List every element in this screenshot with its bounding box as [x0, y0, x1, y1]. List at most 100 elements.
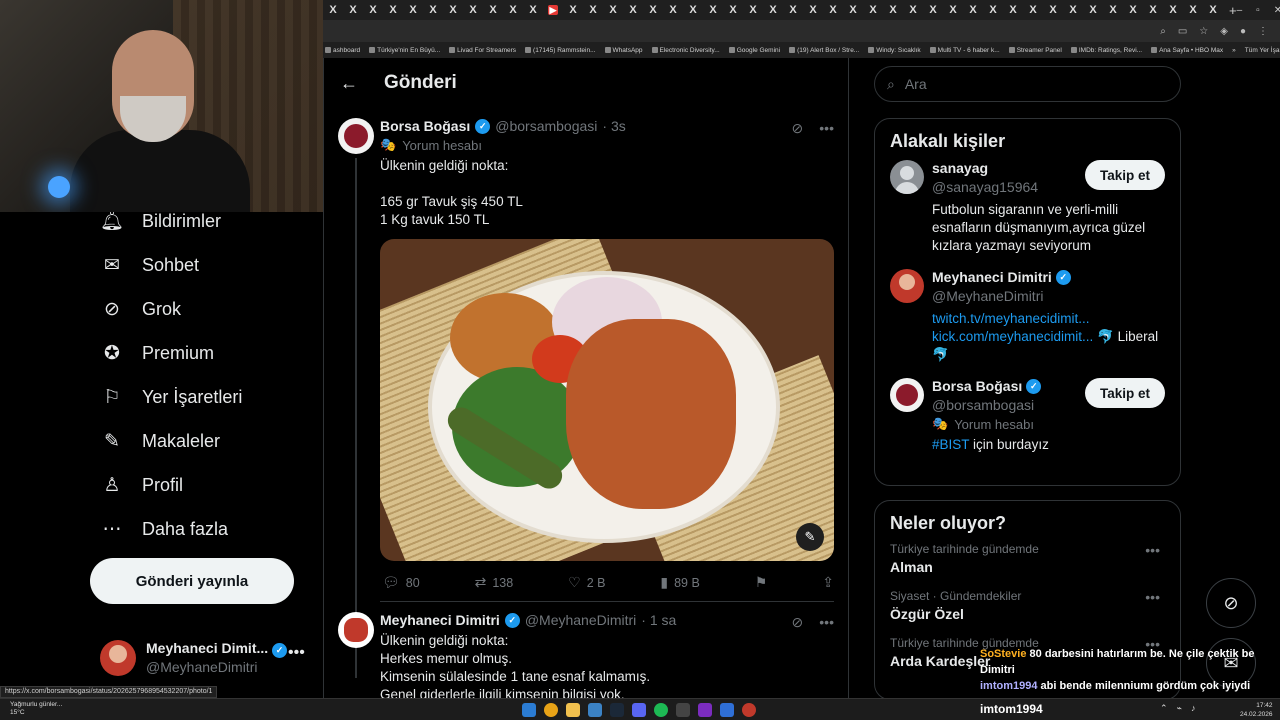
- app-icon[interactable]: [588, 703, 602, 717]
- bookmark-item[interactable]: Streamer Panel: [1008, 47, 1062, 54]
- more-dots-icon[interactable]: •••: [288, 644, 305, 662]
- browser-tab[interactable]: X: [343, 4, 363, 16]
- avatar[interactable]: [338, 118, 374, 154]
- nav-item-yer-i̇şaretleri[interactable]: ⚐ Yer İşaretleri: [100, 382, 242, 412]
- browser-tab[interactable]: X: [363, 4, 383, 16]
- bookmark-item[interactable]: Multi TV - 6 haber k...: [929, 47, 1000, 54]
- discord-icon[interactable]: [632, 703, 646, 717]
- browser-tab[interactable]: X: [663, 4, 683, 16]
- browser-tab[interactable]: X: [923, 4, 943, 16]
- nav-item-sohbet[interactable]: ✉ Sohbet: [100, 250, 199, 280]
- browser-tab[interactable]: X: [523, 4, 543, 16]
- browser-tab[interactable]: X: [983, 4, 1003, 16]
- spotify-icon[interactable]: [654, 703, 668, 717]
- more-dots-icon[interactable]: •••: [819, 614, 834, 631]
- bookmark-item[interactable]: Google Gemini: [728, 47, 780, 54]
- browser-tab[interactable]: X: [743, 4, 763, 16]
- more-dots-icon[interactable]: •••: [1145, 542, 1160, 558]
- avatar[interactable]: [890, 269, 924, 303]
- zoom-icon[interactable]: ⌕: [1160, 26, 1166, 37]
- address-bar[interactable]: ⌕ ▭ ☆ ◈ ● ⋮: [323, 20, 1280, 42]
- person-item[interactable]: Borsa Boğası ✓ @borsambogasi 🎭 Yorum hesab…: [875, 378, 1180, 466]
- nav-item-premium[interactable]: ✪ Premium: [100, 338, 214, 368]
- nav-item-daha-fazla[interactable]: ⋯ Daha fazla: [100, 514, 229, 544]
- browser-tab[interactable]: X: [1043, 4, 1063, 16]
- twitch-link[interactable]: twitch.tv/meyhanecidimit...: [932, 311, 1090, 326]
- browser-tab[interactable]: X: [843, 4, 863, 16]
- nav-item-profil[interactable]: ♙ Profil: [100, 470, 183, 500]
- browser-tab[interactable]: X: [1163, 4, 1183, 16]
- like-button[interactable]: ♡ 2 B: [568, 574, 605, 591]
- browser-tab[interactable]: X: [1143, 4, 1163, 16]
- nav-item-grok[interactable]: ⊘ Grok: [100, 294, 181, 324]
- bookmark-item[interactable]: Ana Sayfa • HBO Max: [1151, 47, 1223, 54]
- browser-tab[interactable]: X: [423, 4, 443, 16]
- profile-icon[interactable]: ●: [1240, 26, 1246, 37]
- extensions-icon[interactable]: ◈: [1220, 26, 1228, 37]
- folder-icon[interactable]: [566, 703, 580, 717]
- more-dots-icon[interactable]: •••: [1145, 589, 1160, 605]
- start-icon[interactable]: [522, 703, 536, 717]
- app-icon[interactable]: [676, 703, 690, 717]
- avatar[interactable]: [890, 160, 924, 194]
- browser-tab[interactable]: X: [643, 4, 663, 16]
- tweet-author-name[interactable]: Meyhaneci Dimitri: [380, 612, 500, 628]
- hashtag-link[interactable]: #BIST: [932, 437, 969, 452]
- bookmark-button[interactable]: ⚑: [755, 574, 768, 591]
- bookmark-item[interactable]: WhatsApp: [604, 47, 643, 54]
- app-icon[interactable]: [698, 703, 712, 717]
- tweet[interactable]: ⊘ ••• Borsa Boğası ✓ @borsambogasi · 3s …: [324, 108, 848, 678]
- browser-tab[interactable]: X: [403, 4, 423, 16]
- browser-tab[interactable]: X: [823, 4, 843, 16]
- browser-tab[interactable]: X: [463, 4, 483, 16]
- views-button[interactable]: ▮ 89 B: [660, 574, 699, 591]
- search-input[interactable]: ⌕ Ara: [874, 66, 1181, 102]
- browser-tab[interactable]: X: [883, 4, 903, 16]
- browser-tab[interactable]: X: [783, 4, 803, 16]
- browser-tab[interactable]: X: [1103, 4, 1123, 16]
- tweet-author-handle[interactable]: @MeyhaneDimitri: [525, 612, 636, 628]
- browser-tab[interactable]: X: [623, 4, 643, 16]
- browser-tab[interactable]: X: [863, 4, 883, 16]
- browser-tab[interactable]: X: [323, 4, 343, 16]
- post-button[interactable]: Gönderi yayınla: [90, 558, 294, 604]
- nav-item-makaleler[interactable]: ✎ Makaleler: [100, 426, 220, 456]
- browser-tab[interactable]: X: [1003, 4, 1023, 16]
- avatar[interactable]: [338, 612, 374, 648]
- bookmark-item[interactable]: Livad For Streamers: [449, 47, 516, 54]
- repost-button[interactable]: ⇄ 138: [475, 574, 514, 591]
- tweet-author-name[interactable]: Borsa Boğası: [380, 118, 470, 134]
- minimize-icon[interactable]: –: [1237, 5, 1243, 16]
- bookmark-item[interactable]: Türkiye'nin En Büyü...: [369, 47, 440, 54]
- grok-icon[interactable]: ⊘: [792, 614, 804, 631]
- browser-tab[interactable]: X: [603, 4, 623, 16]
- taskbar-clock[interactable]: 17:42 24.02.2026: [1240, 701, 1273, 719]
- window-close-icon[interactable]: ✕: [1274, 5, 1280, 16]
- browser-tab[interactable]: X: [803, 4, 823, 16]
- browser-tab[interactable]: X: [683, 4, 703, 16]
- back-arrow-icon[interactable]: ←: [340, 73, 358, 94]
- chrome-icon[interactable]: [544, 703, 558, 717]
- browser-tab[interactable]: X: [1203, 4, 1223, 16]
- follow-button[interactable]: Takip et: [1084, 160, 1165, 190]
- volume-icon[interactable]: ♪: [1191, 703, 1196, 714]
- account-switcher[interactable]: Meyhaneci Dimit... ✓ @MeyhaneDimitri •••: [100, 636, 320, 684]
- browser-tab[interactable]: X: [443, 4, 463, 16]
- bookmark-item[interactable]: (19) Alert Box / Stre...: [789, 47, 859, 54]
- bookmarks-overflow-icon[interactable]: »: [1232, 47, 1236, 54]
- browser-tab[interactable]: X: [383, 4, 403, 16]
- browser-tab[interactable]: X: [1183, 4, 1203, 16]
- browser-tab[interactable]: X: [583, 4, 603, 16]
- browser-tab[interactable]: X: [763, 4, 783, 16]
- all-bookmarks-button[interactable]: Tüm Yer İşaretleri: [1245, 47, 1280, 54]
- browser-tab[interactable]: ▶: [543, 4, 563, 16]
- bookmark-item[interactable]: Windy: Sıcaklık: [868, 47, 921, 54]
- grok-fab-icon[interactable]: ⊘: [1206, 578, 1256, 628]
- trend-item[interactable]: Siyaset · Gündemdekiler Özgür Özel •••: [875, 589, 1180, 636]
- browser-tab[interactable]: X: [1123, 4, 1143, 16]
- browser-tab[interactable]: X: [1083, 4, 1103, 16]
- network-icon[interactable]: ⌁: [1177, 703, 1182, 714]
- star-icon[interactable]: ☆: [1199, 26, 1208, 37]
- bookmark-item[interactable]: IMDb: Ratings, Revi...: [1070, 47, 1142, 54]
- browser-tab[interactable]: X: [503, 4, 523, 16]
